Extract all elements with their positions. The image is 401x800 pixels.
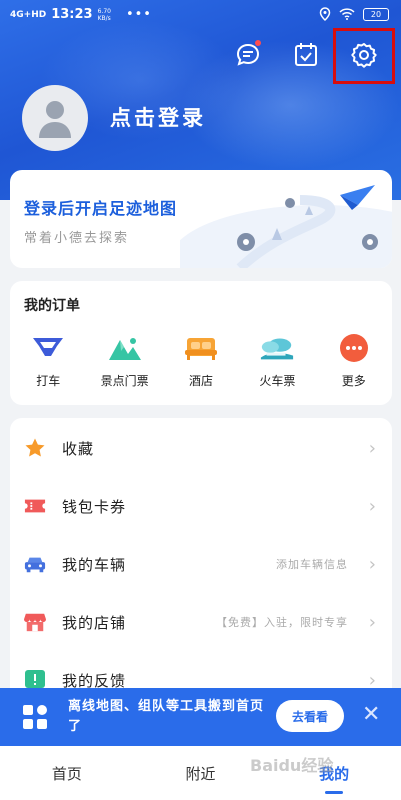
chevron-right-icon: › [368,495,376,517]
menu-label: 钱包卡券 [62,497,127,516]
order-label: 更多 [341,374,366,388]
watermark: Baidu经验 [250,756,334,775]
order-label: 景点门票 [100,374,149,388]
menu-hint: 【免费】入驻，限时专享 [216,616,348,629]
go-see-button[interactable]: 去看看 [276,700,344,732]
close-icon[interactable]: ✕ [362,702,380,727]
tab-home[interactable]: 首页 [0,746,134,800]
menu-item-vehicles[interactable]: 我的车辆 添加车辆信息 › [10,535,392,593]
menu-label: 收藏 [62,439,95,458]
more-notifications: ••• [125,7,152,22]
order-item-hotel[interactable]: 酒店 [163,333,239,389]
calendar-check-icon [295,43,317,66]
order-label: 打车 [36,374,61,388]
checkin-button[interactable] [291,40,321,70]
orders-title: 我的订单 [24,298,80,314]
signal-indicator: 4G+HD [10,9,47,20]
order-label: 火车票 [259,374,296,388]
tab-nearby[interactable]: 附近 [134,746,268,800]
unread-dot [255,40,261,46]
menu-item-favorites[interactable]: 收藏 › [10,419,392,477]
speed-unit: KB/s [97,14,111,22]
wallet-icon [24,495,46,517]
menu-item-wallet[interactable]: 钱包卡券 › [10,477,392,535]
avatar[interactable] [22,85,88,151]
star-icon [24,437,46,459]
menu-item-shop[interactable]: 我的店铺 【免费】入驻，限时专享 › [10,593,392,651]
network-speed: 6.70 KB/s [98,8,111,22]
user-silhouette-icon [39,101,71,138]
tools-moved-banner: 离线地图、组队等工具搬到首页了 去看看 ✕ [0,688,401,746]
menu-list-card: 收藏 › 钱包卡券 › 我的车辆 添加车辆信息 › 我的店铺 【免费】入驻，限时… [10,418,392,708]
bottom-tab-bar: 首页 附近 我的 [0,746,401,800]
wifi-icon [339,8,355,20]
footprint-map-title: 登录后开启足迹地图 [24,199,178,218]
location-icon [319,7,331,21]
message-button[interactable] [233,40,263,70]
chevron-right-icon: › [368,437,376,459]
settings-highlight-box [333,28,395,84]
status-bar: 4G+HD 13:23 6.70 KB/s ••• 20 [0,0,401,30]
scenic-ticket-icon [107,333,143,363]
order-item-taxi[interactable]: 打车 [10,333,86,389]
footprint-map-card[interactable]: 登录后开启足迹地图 常着小德去探索 [10,170,392,268]
speed-value: 6.70 [97,7,111,15]
order-item-scenic-tickets[interactable]: 景点门票 [86,333,162,389]
menu-label: 我的车辆 [62,555,127,574]
login-link[interactable]: 点击登录 [110,102,206,132]
taxi-icon [30,333,66,363]
order-label: 酒店 [188,374,213,388]
clock: 13:23 [51,7,93,22]
menu-hint: 添加车辆信息 [276,558,348,571]
more-icon [336,333,372,363]
shop-icon [24,611,46,633]
my-orders-card: 我的订单 打车 景点门票 酒店 火车票 更多 [10,281,392,405]
menu-label: 我的店铺 [62,613,127,632]
battery-indicator: 20 [363,7,389,21]
hotel-icon [183,333,219,363]
banner-message: 离线地图、组队等工具搬到首页了 [68,699,265,734]
footprint-map-subtitle: 常着小德去探索 [24,231,130,246]
chevron-right-icon: › [368,553,376,575]
train-ticket-icon [259,333,295,363]
grid-apps-icon [22,704,48,730]
order-item-more[interactable]: 更多 [316,333,392,389]
map-illustration [180,185,392,268]
car-icon [24,553,46,575]
chevron-right-icon: › [368,611,376,633]
order-item-train-tickets[interactable]: 火车票 [239,333,315,389]
